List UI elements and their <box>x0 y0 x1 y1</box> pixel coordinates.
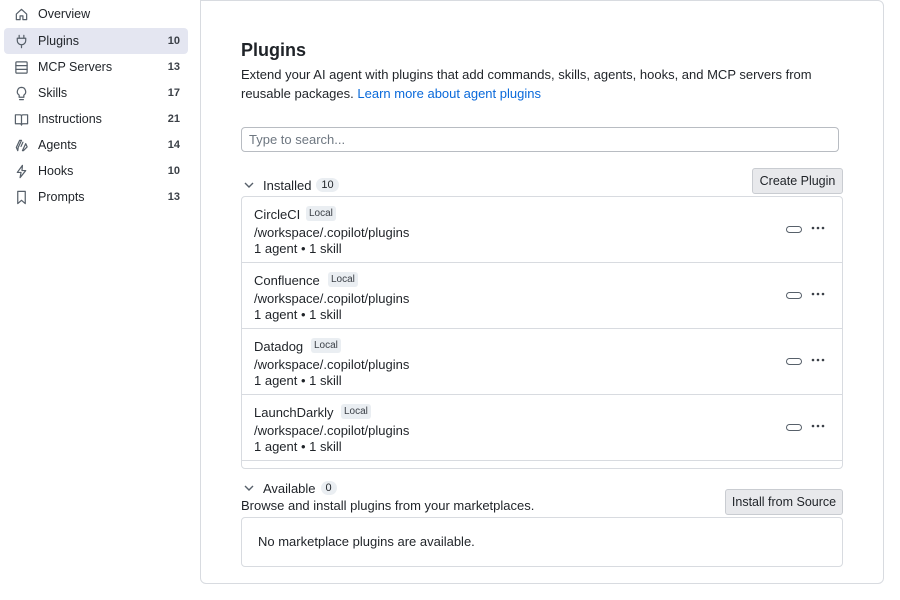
home-icon <box>13 6 29 22</box>
sidebar-item-label: Skills <box>38 86 68 100</box>
sidebar-item-label: Plugins <box>38 34 79 48</box>
page-title: Plugins <box>241 40 307 60</box>
empty-state-text: No marketplace plugins are available. <box>258 534 475 549</box>
sidebar-item-overview[interactable]: Overview <box>4 1 188 27</box>
local-tag: Local <box>341 404 371 419</box>
plugin-name: CircleCI <box>254 207 301 222</box>
sidebar-item-instructions[interactable]: Instructions 21 <box>4 106 188 132</box>
installed-plugin-list: CircleCI Local /workspace/.copilot/plugi… <box>241 196 843 469</box>
sidebar-item-prompts[interactable]: Prompts 13 <box>4 184 188 210</box>
enable-toggle[interactable] <box>786 292 802 299</box>
empty-state-box: No marketplace plugins are available. <box>241 517 843 567</box>
chevron-down-icon <box>241 480 257 496</box>
more-options-icon[interactable] <box>810 418 826 434</box>
sidebar-item-count: 10 <box>167 165 180 177</box>
plugin-path: /workspace/.copilot/plugins <box>254 225 410 240</box>
page-description: Extend your AI agent with plugins that a… <box>241 65 831 103</box>
bookmark-icon <box>13 189 29 205</box>
sidebar-item-count: 13 <box>167 61 180 73</box>
sidebar-item-count: 21 <box>167 113 180 125</box>
plugin-meta: 1 agent • 1 skill <box>254 241 342 256</box>
sidebar-item-mcp-servers[interactable]: MCP Servers 13 <box>4 54 188 80</box>
book-icon <box>13 111 29 127</box>
install-from-source-button[interactable]: Install from Source <box>725 489 843 515</box>
installed-section-header[interactable]: Installed 10 <box>241 176 339 194</box>
sidebar-item-label: Instructions <box>38 112 102 126</box>
section-title: Available <box>263 480 316 496</box>
lightning-icon <box>13 163 29 179</box>
sidebar: Overview Plugins 10 MCP Servers 13 Skill… <box>0 0 196 600</box>
sidebar-item-count: 17 <box>167 87 180 99</box>
sidebar-item-label: Prompts <box>38 190 85 204</box>
available-section-header[interactable]: Available 0 <box>241 479 337 497</box>
plugin-name: LaunchDarkly <box>254 405 334 420</box>
available-description: Browse and install plugins from your mar… <box>241 498 535 513</box>
sidebar-item-count: 13 <box>167 191 180 203</box>
installed-count-badge: 10 <box>316 178 339 192</box>
section-title: Installed <box>263 177 312 193</box>
sidebar-item-skills[interactable]: Skills 17 <box>4 80 188 106</box>
sidebar-item-plugins[interactable]: Plugins 10 <box>4 28 188 54</box>
sidebar-item-label: Overview <box>38 7 91 21</box>
server-icon <box>13 59 29 75</box>
sidebar-item-agents[interactable]: Agents 14 <box>4 132 188 158</box>
sidebar-item-label: Hooks <box>38 164 74 178</box>
plugin-name: Datadog <box>254 339 304 354</box>
plugin-meta: 1 agent • 1 skill <box>254 373 342 388</box>
plugin-row[interactable]: CircleCI Local /workspace/.copilot/plugi… <box>242 197 842 263</box>
plugin-row[interactable]: LaunchDarkly Local /workspace/.copilot/p… <box>242 395 842 461</box>
sidebar-item-count: 10 <box>167 35 180 47</box>
local-tag: Local <box>306 206 336 221</box>
more-options-icon[interactable] <box>810 352 826 368</box>
more-options-icon[interactable] <box>810 286 826 302</box>
plug-icon <box>13 33 29 49</box>
search-input[interactable] <box>241 127 839 152</box>
create-plugin-button[interactable]: Create Plugin <box>752 168 843 194</box>
plugin-path: /workspace/.copilot/plugins <box>254 291 410 306</box>
local-tag: Local <box>328 272 358 287</box>
plugin-row[interactable]: Datadog Local /workspace/.copilot/plugin… <box>242 329 842 395</box>
available-count-badge: 0 <box>320 481 337 495</box>
learn-more-link[interactable]: Learn more about agent plugins <box>357 86 541 101</box>
lightbulb-icon <box>13 85 29 101</box>
sidebar-item-hooks[interactable]: Hooks 10 <box>4 158 188 184</box>
plugin-meta: 1 agent • 1 skill <box>254 439 342 454</box>
enable-toggle[interactable] <box>786 358 802 365</box>
enable-toggle[interactable] <box>786 226 802 233</box>
plugin-row[interactable]: Confluence Local /workspace/.copilot/plu… <box>242 263 842 329</box>
agent-icon <box>13 137 29 153</box>
local-tag: Local <box>311 338 341 353</box>
plugin-meta: 1 agent • 1 skill <box>254 307 342 322</box>
plugin-path: /workspace/.copilot/plugins <box>254 423 410 438</box>
plugin-path: /workspace/.copilot/plugins <box>254 357 410 372</box>
sidebar-item-label: MCP Servers <box>38 60 113 74</box>
enable-toggle[interactable] <box>786 424 802 431</box>
plugin-name: Confluence <box>254 273 320 288</box>
sidebar-item-label: Agents <box>38 138 77 152</box>
chevron-down-icon <box>241 177 257 193</box>
more-options-icon[interactable] <box>810 220 826 236</box>
sidebar-item-count: 14 <box>167 139 180 151</box>
